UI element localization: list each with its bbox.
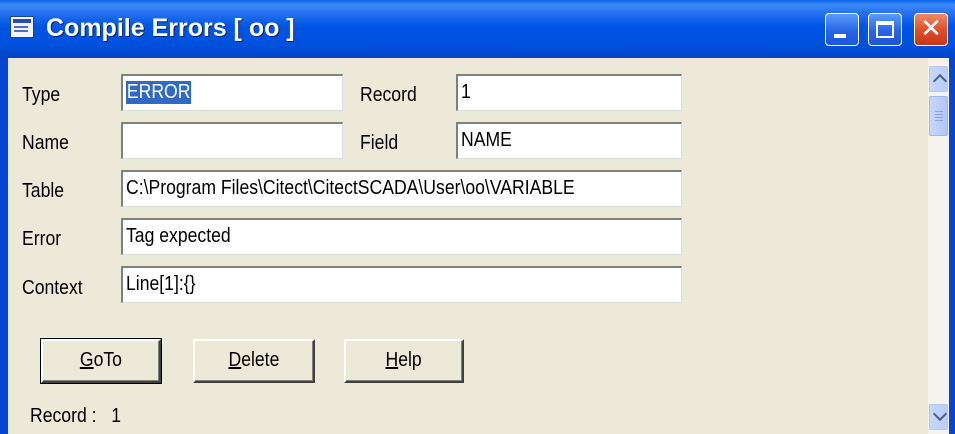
record-label: Record [360, 84, 417, 106]
delete-mnemonic: D [228, 349, 242, 371]
thumb-grip-line [935, 114, 943, 115]
context-field[interactable]: Line[1]:{} [121, 266, 682, 303]
thumb-grip-line [935, 120, 943, 121]
name-label: Name [22, 132, 69, 154]
record-status-label: Record : [30, 405, 97, 427]
window-title: Compile Errors [ oo ] [46, 14, 295, 42]
context-value: Line[1]:{} [126, 273, 196, 295]
table-label: Table [22, 180, 65, 202]
dialog-body: Type ERROR Record 1 Name Field NAME Tabl… [8, 58, 928, 434]
record-status: Record : 1 [30, 405, 121, 428]
close-icon: ✕ [920, 14, 942, 44]
thumb-grip-line [935, 117, 943, 118]
type-label: Type [22, 84, 61, 106]
type-value: ERROR [126, 81, 192, 104]
chevron-up-icon [932, 73, 948, 89]
field-field[interactable]: NAME [456, 122, 682, 159]
record-value: 1 [461, 81, 471, 103]
maximize-icon [876, 21, 894, 38]
delete-button[interactable]: Delete [193, 339, 315, 383]
help-mnemonic: H [385, 349, 399, 371]
minimize-icon [834, 34, 846, 38]
close-button[interactable]: ✕ [914, 13, 948, 46]
scroll-thumb[interactable] [929, 96, 948, 136]
record-status-value: 1 [111, 405, 121, 427]
table-value: C:\Program Files\Citect\CitectSCADA\User… [126, 177, 575, 199]
title-bar[interactable]: Compile Errors [ oo ] ✕ [0, 0, 955, 58]
error-field[interactable]: Tag expected [121, 218, 682, 255]
context-label: Context [22, 277, 83, 299]
vertical-scrollbar[interactable] [928, 58, 949, 434]
goto-button[interactable]: GoTo [40, 338, 162, 384]
record-field[interactable]: 1 [456, 74, 682, 111]
minimize-button[interactable] [825, 13, 859, 46]
help-label: elp [398, 349, 423, 371]
thumb-grip-line [935, 111, 943, 112]
help-button[interactable]: Help [344, 339, 464, 383]
app-window-icon[interactable] [10, 16, 34, 38]
type-field[interactable]: ERROR [121, 74, 343, 111]
maximize-button[interactable] [868, 13, 902, 46]
field-value: NAME [461, 129, 512, 151]
window-frame-right [949, 58, 955, 434]
table-field[interactable]: C:\Program Files\Citect\CitectSCADA\User… [121, 170, 682, 207]
scroll-up-button[interactable] [929, 66, 948, 92]
goto-mnemonic: G [79, 349, 94, 371]
chevron-down-icon [932, 406, 948, 422]
delete-label: elete [241, 349, 280, 371]
error-label: Error [22, 228, 62, 250]
window-frame-left [0, 58, 8, 434]
field-label: Field [360, 132, 399, 154]
scroll-down-button[interactable] [929, 404, 948, 430]
goto-label: oTo [93, 349, 123, 371]
name-field[interactable] [121, 122, 343, 159]
error-value: Tag expected [126, 225, 231, 247]
